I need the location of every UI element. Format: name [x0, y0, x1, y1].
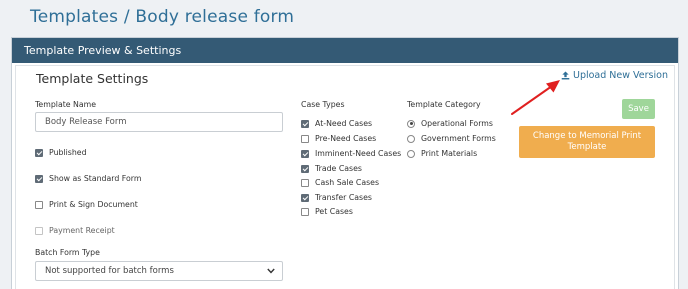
breadcrumb-separator: / [123, 7, 130, 27]
breadcrumb-root-link[interactable]: Templates [30, 7, 118, 27]
checkbox-label: At-Need Cases [315, 119, 373, 128]
radio-button[interactable] [407, 119, 415, 128]
case-type-pre-need[interactable]: Pre-Need Cases [301, 134, 376, 143]
radio-label: Government Forms [421, 134, 496, 143]
checkbox-box[interactable] [301, 207, 309, 216]
category-print-materials[interactable]: Print Materials [407, 149, 477, 158]
checkbox-box[interactable] [35, 148, 43, 157]
upload-icon [561, 71, 570, 80]
print-sign-checkbox[interactable]: Print & Sign Document [35, 200, 138, 209]
checkbox-label: Trade Cases [315, 164, 362, 173]
change-to-memorial-button[interactable]: Change to Memorial Print Template [519, 126, 655, 158]
breadcrumb-current: Body release form [135, 7, 295, 27]
breadcrumb: Templates / Body release form [30, 7, 294, 27]
radio-button[interactable] [407, 149, 415, 158]
checkbox-label: Show as Standard Form [49, 174, 142, 183]
checkbox-box [35, 226, 43, 235]
checkbox-box[interactable] [301, 149, 309, 158]
case-type-cash-sale[interactable]: Cash Sale Cases [301, 178, 379, 187]
checkbox-box[interactable] [301, 178, 309, 187]
standard-form-checkbox[interactable]: Show as Standard Form [35, 174, 141, 183]
template-name-label: Template Name [35, 100, 97, 109]
memorial-button-line1: Change to Memorial Print [532, 131, 642, 141]
template-name-input[interactable]: Body Release Form [35, 112, 283, 132]
case-type-trade[interactable]: Trade Cases [301, 164, 362, 173]
case-type-transfer[interactable]: Transfer Cases [301, 193, 372, 202]
template-category-label: Template Category [407, 100, 481, 109]
checkbox-box[interactable] [35, 200, 43, 209]
checkbox-label: Cash Sale Cases [315, 178, 380, 187]
checkbox-box[interactable] [35, 174, 43, 183]
case-type-pet[interactable]: Pet Cases [301, 207, 353, 216]
checkbox-label: Published [49, 148, 87, 157]
memorial-button-line2: Template [567, 142, 607, 152]
checkbox-label: Payment Receipt [49, 226, 115, 235]
payment-receipt-checkbox: Payment Receipt [35, 226, 115, 235]
checkbox-label: Pet Cases [315, 207, 353, 216]
category-government-forms[interactable]: Government Forms [407, 134, 496, 143]
chevron-down-icon [267, 268, 275, 274]
batch-form-type-select[interactable]: Not supported for batch forms [35, 261, 283, 281]
panel-header: Template Preview & Settings [12, 38, 678, 63]
checkbox-label: Transfer Cases [315, 193, 372, 202]
save-button[interactable]: Save [622, 99, 655, 119]
annotation-arrow-icon [511, 80, 560, 115]
case-type-at-need[interactable]: At-Need Cases [301, 119, 372, 128]
checkbox-box[interactable] [301, 164, 309, 173]
case-types-label: Case Types [301, 100, 345, 109]
upload-new-version-link[interactable]: Upload New Version [561, 70, 668, 81]
checkbox-label: Print & Sign Document [49, 200, 138, 209]
radio-label: Operational Forms [421, 119, 493, 128]
case-type-imminent-need[interactable]: Imminent-Need Cases [301, 149, 401, 158]
checkbox-box[interactable] [301, 193, 309, 202]
upload-label: Upload New Version [573, 70, 668, 81]
radio-button[interactable] [407, 134, 415, 143]
published-checkbox[interactable]: Published [35, 148, 87, 157]
checkbox-label: Pre-Need Cases [315, 134, 377, 143]
checkbox-box[interactable] [301, 134, 309, 143]
category-operational-forms[interactable]: Operational Forms [407, 119, 493, 128]
checkbox-label: Imminent-Need Cases [315, 149, 402, 158]
settings-title: Template Settings [36, 71, 149, 86]
select-value: Not supported for batch forms [45, 266, 174, 276]
checkbox-box[interactable] [301, 119, 309, 128]
radio-label: Print Materials [421, 149, 478, 158]
batch-form-type-label: Batch Form Type [35, 248, 100, 257]
